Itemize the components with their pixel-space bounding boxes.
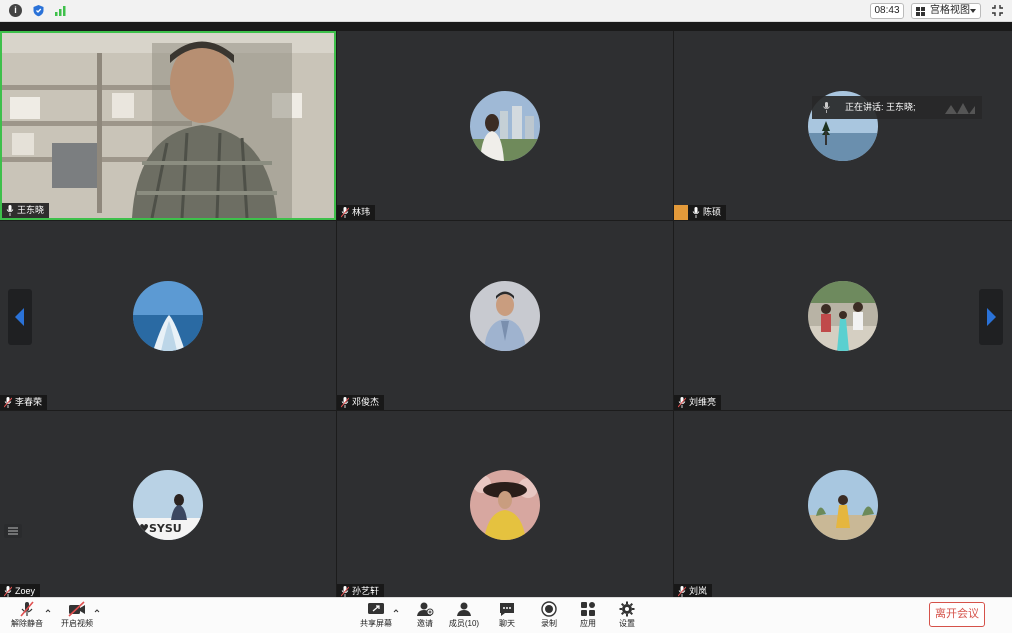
avatar xyxy=(808,470,878,540)
avatar xyxy=(133,280,203,351)
host-icon xyxy=(674,205,688,220)
microphone-icon xyxy=(6,205,14,216)
top-bar: i 08:43 宫格视图 xyxy=(0,0,1012,22)
list-icon[interactable] xyxy=(4,524,22,538)
record-icon xyxy=(541,601,557,617)
chat-icon xyxy=(500,603,514,616)
record-button[interactable]: 录制 xyxy=(538,601,560,629)
microphone-muted-icon xyxy=(4,586,12,597)
apps-icon xyxy=(581,602,595,616)
avatar: I♥SYSU xyxy=(133,470,203,540)
microphone-muted-icon xyxy=(678,397,686,408)
video-tile[interactable]: 孙艺轩 xyxy=(337,411,673,599)
microphone-icon xyxy=(823,102,830,113)
microphone-muted-icon xyxy=(341,207,349,218)
invite-icon xyxy=(417,602,434,616)
video-tile[interactable]: 林玮 xyxy=(337,31,673,220)
video-tile[interactable]: 李春荣 xyxy=(0,221,336,410)
shield-icon[interactable] xyxy=(32,4,45,17)
microphone-muted-icon xyxy=(678,586,686,597)
participant-name-tag: 王东晓 xyxy=(2,203,50,218)
audio-wave-icon xyxy=(945,103,975,114)
invite-button[interactable]: 邀请 xyxy=(413,601,437,629)
gear-icon xyxy=(619,601,635,617)
participant-name-tag: 李春荣 xyxy=(0,395,48,410)
chevron-up-icon[interactable] xyxy=(94,608,100,614)
chevron-up-icon[interactable] xyxy=(45,608,51,614)
svg-text:I♥SYSU: I♥SYSU xyxy=(135,522,182,535)
members-button[interactable]: 成员(10) xyxy=(448,601,480,629)
meeting-clock: 08:43 xyxy=(870,3,904,19)
video-tile[interactable]: I♥SYSU Zoey xyxy=(0,411,336,599)
video-tile[interactable]: 刘岚 xyxy=(674,411,1012,599)
arrow-left-icon xyxy=(15,308,24,326)
video-tile[interactable]: 刘维亮 xyxy=(674,221,1012,410)
video-tile-active[interactable]: 王东晓 xyxy=(0,31,336,220)
unmute-button[interactable]: 解除静音 xyxy=(10,601,44,629)
microphone-muted-icon xyxy=(341,397,349,408)
share-screen-button[interactable]: 共享屏幕 xyxy=(360,601,392,629)
chevron-down-icon xyxy=(970,9,976,13)
view-mode-dropdown[interactable]: 宫格视图 xyxy=(911,3,981,19)
avatar xyxy=(470,470,540,540)
participant-video xyxy=(2,33,334,218)
chevron-up-icon[interactable] xyxy=(393,608,399,614)
leave-meeting-button[interactable]: 离开会议 xyxy=(929,602,985,627)
start-video-button[interactable]: 开启视频 xyxy=(61,601,93,629)
video-tile[interactable]: 陈硕 xyxy=(674,31,1012,220)
members-icon xyxy=(457,602,471,616)
avatar xyxy=(470,280,540,351)
grid-view-icon xyxy=(916,7,925,16)
signal-icon[interactable] xyxy=(54,4,67,17)
share-screen-icon xyxy=(368,603,384,614)
avatar xyxy=(808,280,878,351)
exit-fullscreen-icon[interactable] xyxy=(991,4,1004,17)
view-mode-label: 宫格视图 xyxy=(930,5,970,16)
next-page-button[interactable] xyxy=(979,289,1003,345)
info-icon[interactable]: i xyxy=(9,4,22,17)
participant-name-tag: 刘维亮 xyxy=(674,395,722,410)
participant-name-tag: 陈硕 xyxy=(688,205,727,220)
microphone-muted-icon xyxy=(341,586,349,597)
video-off-icon xyxy=(68,601,85,617)
previous-page-button[interactable] xyxy=(8,289,32,345)
chat-button[interactable]: 聊天 xyxy=(496,601,518,629)
participant-name-tag: 林玮 xyxy=(337,205,376,220)
microphone-muted-icon xyxy=(4,397,12,408)
arrow-right-icon xyxy=(987,308,996,326)
microphone-muted-icon xyxy=(20,601,34,617)
speaking-indicator: 正在讲话: 王东晓; xyxy=(812,96,982,119)
participant-name-tag: 邓俊杰 xyxy=(337,395,385,410)
video-tile[interactable]: 邓俊杰 xyxy=(337,221,673,410)
meeting-toolbar: 解除静音 开启视频 共享屏幕 邀请 成员(10) 聊天 录制 应用 设置 离开会… xyxy=(0,597,1012,633)
settings-button[interactable]: 设置 xyxy=(616,601,638,629)
apps-button[interactable]: 应用 xyxy=(577,601,599,629)
microphone-icon xyxy=(692,207,700,218)
avatar xyxy=(470,90,540,161)
